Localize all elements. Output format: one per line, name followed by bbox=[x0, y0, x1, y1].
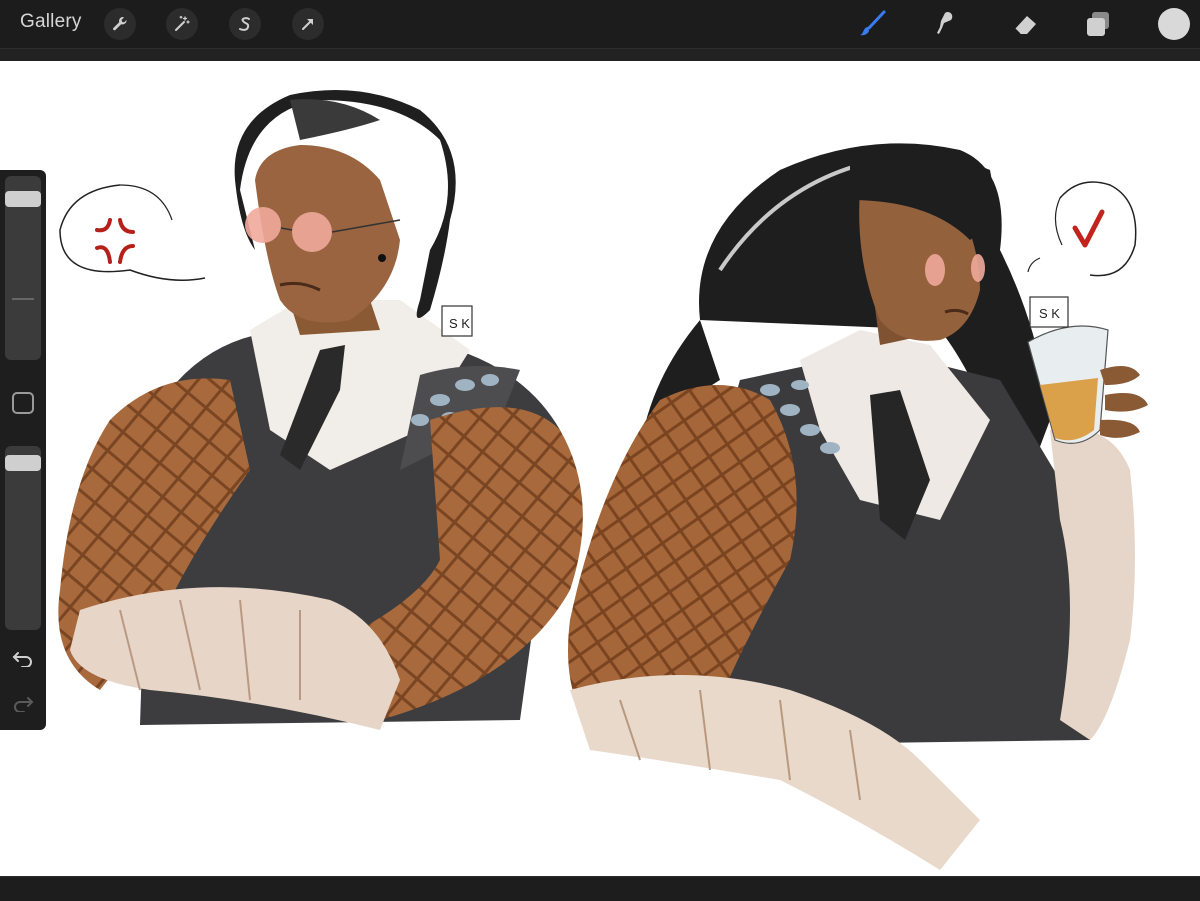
adjustments-magic-wand-icon[interactable] bbox=[166, 8, 198, 40]
artwork-illustration: S K S K bbox=[58, 90, 1148, 870]
opacity-thumb[interactable] bbox=[5, 454, 41, 471]
bottom-bar bbox=[0, 876, 1200, 901]
right-character: S K bbox=[568, 143, 1148, 870]
heart-check-icon bbox=[1072, 209, 1105, 248]
undo-icon[interactable] bbox=[10, 647, 36, 669]
brush-icon[interactable] bbox=[855, 6, 891, 42]
smudge-icon[interactable] bbox=[928, 6, 964, 42]
side-toolbar bbox=[0, 170, 46, 730]
toolbar-separator bbox=[0, 48, 1200, 61]
eraser-icon[interactable] bbox=[1008, 6, 1044, 42]
brush-size-thumb[interactable] bbox=[5, 191, 41, 208]
transform-arrow-icon[interactable] bbox=[292, 8, 324, 40]
opacity-slider[interactable] bbox=[5, 446, 41, 630]
left-character: S K bbox=[58, 90, 583, 730]
color-picker-swatch[interactable] bbox=[1158, 8, 1190, 40]
actions-wrench-icon[interactable] bbox=[104, 8, 136, 40]
drawing-canvas[interactable]: S K S K bbox=[0, 61, 1200, 876]
left-signature: S K bbox=[449, 316, 470, 331]
anger-mark-icon bbox=[95, 218, 135, 264]
layers-icon[interactable] bbox=[1080, 6, 1116, 42]
right-signature: S K bbox=[1039, 306, 1060, 321]
slider-marker bbox=[12, 298, 34, 300]
gallery-button[interactable]: Gallery bbox=[20, 11, 82, 33]
modify-button-icon[interactable] bbox=[12, 392, 34, 414]
redo-icon[interactable] bbox=[10, 692, 36, 714]
top-toolbar: Gallery bbox=[0, 0, 1200, 48]
selection-s-icon[interactable] bbox=[229, 8, 261, 40]
